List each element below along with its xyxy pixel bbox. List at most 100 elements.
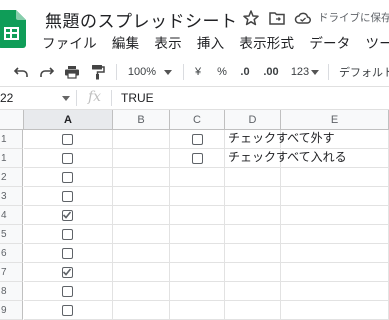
font-family-select[interactable]: デフォルト (339, 62, 389, 82)
cell-c[interactable] (170, 244, 225, 263)
document-title[interactable]: 無題のスプレッドシート (45, 7, 238, 32)
checkbox-unchecked[interactable] (62, 134, 73, 145)
cell-d[interactable] (225, 263, 281, 282)
cell-d[interactable] (225, 282, 281, 301)
checkbox-unchecked[interactable] (192, 153, 203, 164)
menu-tools[interactable]: ツール (366, 32, 389, 52)
checkbox-checked[interactable] (62, 210, 73, 221)
cell-e[interactable] (281, 187, 389, 206)
cell-c[interactable] (170, 301, 225, 320)
menu-file[interactable]: ファイル (42, 32, 97, 52)
checkbox-unchecked[interactable] (62, 172, 73, 183)
column-header-b[interactable]: B (113, 110, 170, 130)
checkbox-unchecked[interactable] (62, 191, 73, 202)
cell-a[interactable] (24, 130, 113, 149)
cell-e[interactable] (281, 244, 389, 263)
decrease-decimal-button[interactable]: .0 (236, 62, 254, 82)
name-box[interactable]: 22 (0, 87, 73, 109)
checkbox-unchecked[interactable] (62, 305, 73, 316)
row-header[interactable]: 9 (0, 301, 23, 320)
cell-c[interactable] (170, 206, 225, 225)
cell-c[interactable] (170, 282, 225, 301)
redo-button[interactable] (37, 62, 57, 82)
column-header-e[interactable]: E (281, 110, 389, 130)
cell-a[interactable] (24, 149, 113, 168)
row-header[interactable]: 1 (0, 130, 23, 149)
cell-c[interactable] (170, 130, 225, 149)
row-header[interactable]: 8 (0, 282, 23, 301)
currency-format-button[interactable]: ¥ (191, 62, 205, 82)
cell-e[interactable] (281, 149, 389, 168)
cell-b[interactable] (113, 225, 170, 244)
cell-a[interactable] (24, 168, 113, 187)
cell-e[interactable] (281, 168, 389, 187)
drive-save-status[interactable]: ドライブに保存 (318, 10, 389, 25)
row-header[interactable]: 3 (0, 187, 23, 206)
cell-d[interactable] (225, 301, 281, 320)
cell-c[interactable] (170, 149, 225, 168)
checkbox-unchecked[interactable] (192, 134, 203, 145)
cell-d[interactable]: チェックすべて入れる (225, 149, 347, 168)
checkbox-unchecked[interactable] (62, 229, 73, 240)
row-header[interactable]: 4 (0, 206, 23, 225)
menu-view[interactable]: 表示 (154, 32, 181, 52)
cell-b[interactable] (113, 130, 170, 149)
column-header-c[interactable]: C (170, 110, 225, 130)
cell-a[interactable] (24, 187, 113, 206)
cell-b[interactable] (113, 301, 170, 320)
cell-b[interactable] (113, 149, 170, 168)
row-header[interactable]: 7 (0, 263, 23, 282)
cell-e[interactable] (281, 263, 389, 282)
row-header[interactable]: 2 (0, 168, 23, 187)
row-header[interactable]: 6 (0, 244, 23, 263)
cell-d[interactable] (225, 206, 281, 225)
print-button[interactable] (62, 62, 82, 82)
cell-c[interactable] (170, 168, 225, 187)
row-header[interactable]: 1 (0, 149, 23, 168)
cell-a[interactable] (24, 301, 113, 320)
cell-a[interactable] (24, 244, 113, 263)
cell-b[interactable] (113, 244, 170, 263)
cell-e[interactable] (281, 225, 389, 244)
menu-edit[interactable]: 編集 (112, 32, 139, 52)
cell-a[interactable] (24, 263, 113, 282)
cell-d[interactable]: チェックすべて外す (225, 130, 335, 149)
cell-c[interactable] (170, 187, 225, 206)
move-folder-icon[interactable] (268, 9, 286, 27)
cloud-saved-icon[interactable] (294, 9, 312, 27)
checkbox-checked[interactable] (62, 267, 73, 278)
cell-c[interactable] (170, 263, 225, 282)
cell-a[interactable] (24, 282, 113, 301)
cell-a[interactable] (24, 206, 113, 225)
checkbox-unchecked[interactable] (62, 248, 73, 259)
cell-d[interactable] (225, 168, 281, 187)
zoom-select[interactable]: 100% (125, 62, 175, 82)
undo-button[interactable] (11, 62, 31, 82)
cell-b[interactable] (113, 263, 170, 282)
menu-data[interactable]: データ (309, 32, 350, 52)
checkbox-unchecked[interactable] (62, 153, 73, 164)
cell-e[interactable] (281, 206, 389, 225)
cell-e[interactable] (281, 130, 389, 149)
cell-b[interactable] (113, 206, 170, 225)
menu-format[interactable]: 表示形式 (239, 32, 294, 52)
paint-format-button[interactable] (88, 62, 108, 82)
cell-b[interactable] (113, 187, 170, 206)
select-all-corner[interactable] (0, 110, 24, 130)
cell-b[interactable] (113, 282, 170, 301)
percent-format-button[interactable]: % (215, 62, 229, 82)
more-formats-button[interactable]: 123 (288, 62, 322, 82)
cell-e[interactable] (281, 282, 389, 301)
cell-d[interactable] (225, 225, 281, 244)
cell-a[interactable] (24, 225, 113, 244)
formula-input[interactable]: TRUE (121, 87, 154, 109)
menu-insert[interactable]: 挿入 (197, 32, 224, 52)
cell-c[interactable] (170, 225, 225, 244)
cell-b[interactable] (113, 168, 170, 187)
cell-e[interactable] (281, 301, 389, 320)
sheets-logo-icon[interactable] (0, 10, 26, 48)
row-header[interactable]: 5 (0, 225, 23, 244)
column-header-d[interactable]: D (225, 110, 281, 130)
cell-d[interactable] (225, 187, 281, 206)
column-header-a[interactable]: A (24, 110, 113, 130)
